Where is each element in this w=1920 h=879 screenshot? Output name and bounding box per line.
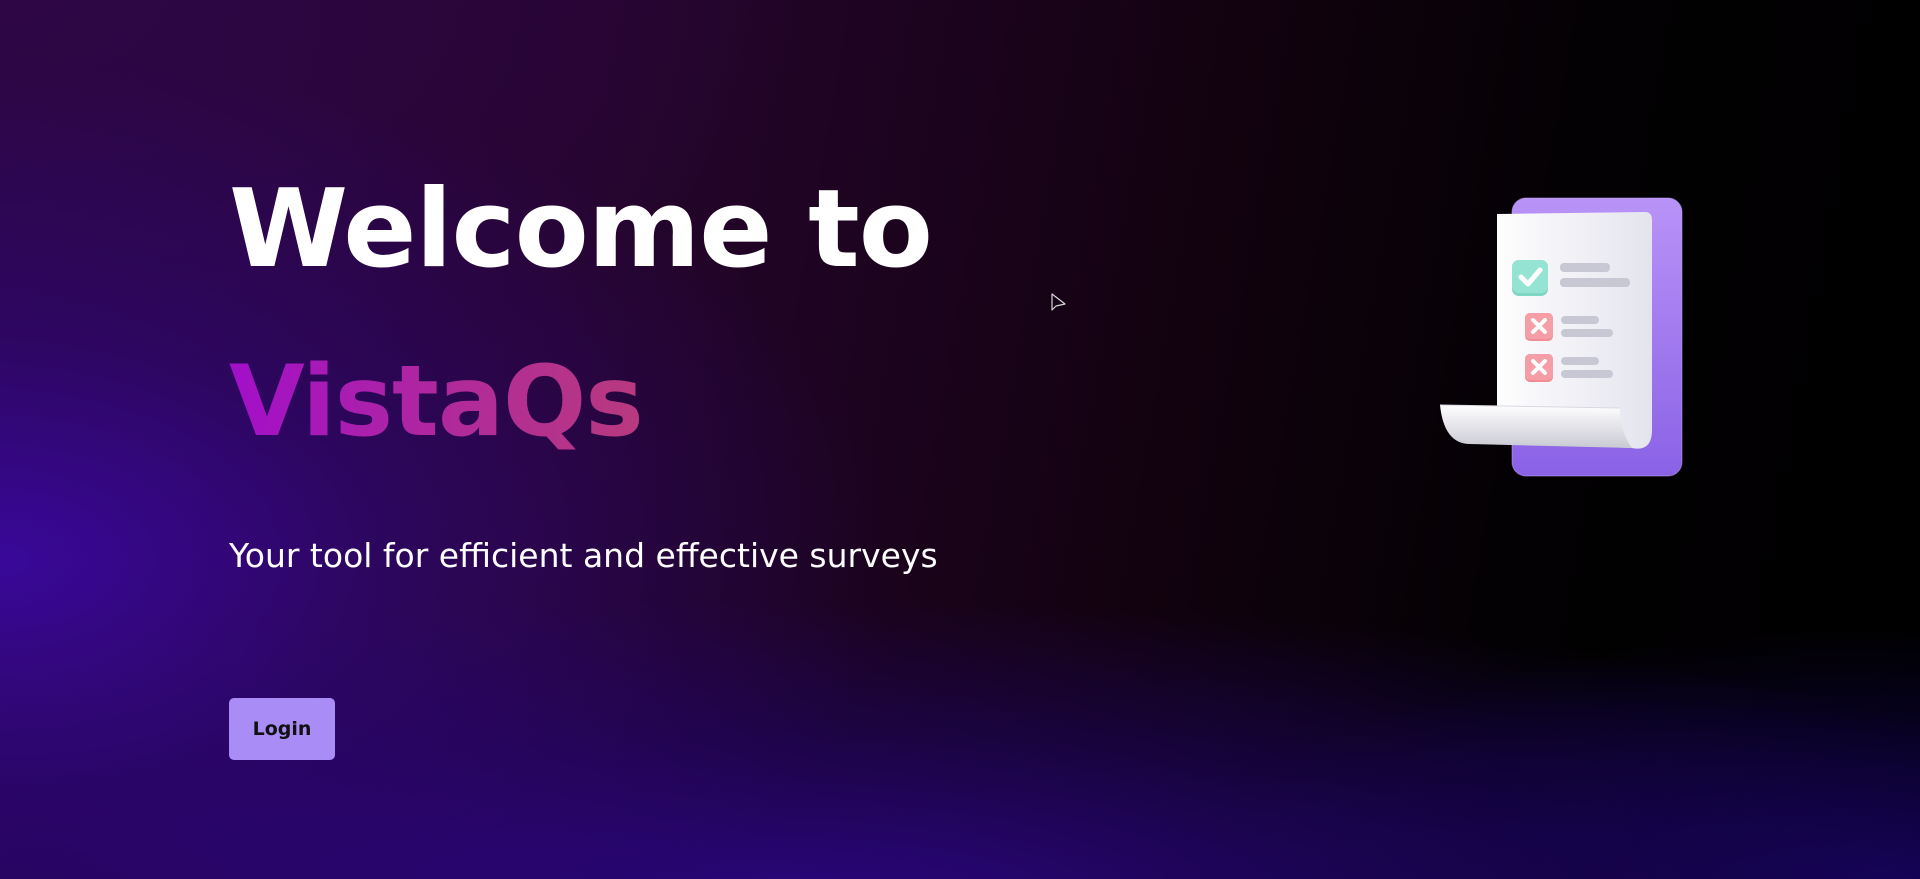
hero-section: Welcome to VistaQs Your tool for efficie… [229,160,1129,576]
paper-curl [1440,405,1632,448]
login-button[interactable]: Login [229,698,335,760]
mouse-cursor-icon [1050,292,1068,314]
survey-checklist-icon [1430,190,1690,490]
tagline: Your tool for efficient and effective su… [229,536,938,575]
brand-name-heading: VistaQs [229,342,644,462]
welcome-heading: Welcome to [229,167,933,292]
